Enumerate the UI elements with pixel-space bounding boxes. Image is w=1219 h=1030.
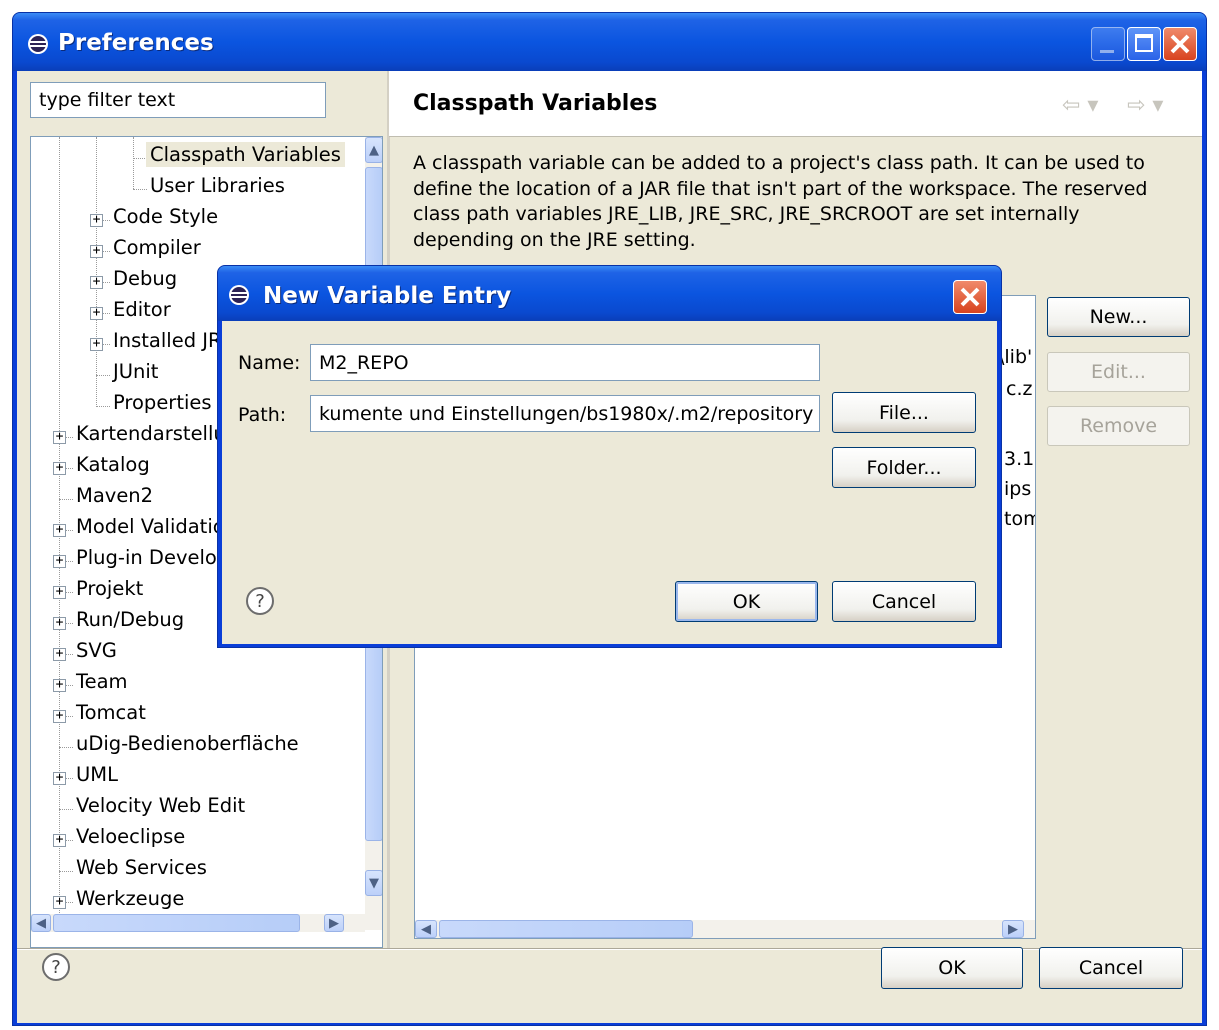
tree-item[interactable]: Veloeclipse: [72, 824, 189, 849]
scroll-up-icon[interactable]: ▲: [365, 137, 382, 163]
list-scroll-left-icon[interactable]: ◀: [415, 920, 437, 938]
filter-input[interactable]: type filter text: [30, 82, 326, 118]
dialog-title-bar[interactable]: New Variable Entry: [218, 266, 1001, 321]
cancel-button[interactable]: Cancel: [1039, 947, 1183, 989]
list-hscroll-thumb[interactable]: [439, 920, 693, 938]
list-item-fragment[interactable]: \lib': [998, 346, 1032, 368]
back-arrow-icon[interactable]: ⇦ ▾: [1062, 93, 1098, 118]
scroll-left-icon[interactable]: ◀: [31, 914, 51, 932]
eclipse-icon: [228, 284, 250, 311]
list-item-fragment[interactable]: c.z: [1006, 378, 1032, 400]
new-button[interactable]: New...: [1047, 297, 1190, 337]
tree-item[interactable]: Installed JR: [109, 328, 226, 353]
tree-item[interactable]: Kartendarstellu: [72, 421, 230, 446]
footer-separator: [17, 948, 1202, 950]
tree-item[interactable]: Team: [72, 669, 132, 694]
eclipse-icon: [27, 33, 49, 60]
edit-button[interactable]: Edit...: [1047, 352, 1190, 392]
tree-item[interactable]: Classpath Variables: [146, 142, 345, 167]
dialog-close-icon[interactable]: [953, 280, 987, 314]
help-icon[interactable]: ?: [42, 953, 70, 981]
tree-item[interactable]: SVG: [72, 638, 121, 663]
expand-icon[interactable]: +: [53, 461, 66, 475]
path-label: Path:: [238, 404, 287, 426]
remove-button[interactable]: Remove: [1047, 406, 1190, 446]
expand-icon[interactable]: +: [90, 244, 103, 258]
scroll-down-icon[interactable]: ▼: [365, 870, 382, 896]
dialog-client: Name: M2_REPO Path: kumente und Einstell…: [222, 321, 997, 644]
tree-item[interactable]: Maven2: [72, 483, 157, 508]
tree-item[interactable]: Tomcat: [72, 700, 150, 725]
dialog-title: New Variable Entry: [263, 283, 512, 309]
tree-item[interactable]: Projekt: [72, 576, 147, 601]
expand-icon[interactable]: +: [53, 523, 66, 537]
tree-item[interactable]: Web Services: [72, 855, 211, 880]
window-title: Preferences: [58, 30, 214, 56]
tree-item[interactable]: Properties F: [109, 390, 233, 415]
expand-icon[interactable]: +: [90, 213, 103, 227]
list-item-fragment[interactable]: ips: [1004, 478, 1031, 500]
tree-item[interactable]: Plug-in Develop: [72, 545, 233, 570]
expand-icon[interactable]: +: [53, 430, 66, 444]
scroll-right-icon[interactable]: ▶: [324, 914, 344, 932]
close-icon[interactable]: [1163, 27, 1197, 61]
expand-icon[interactable]: +: [53, 709, 66, 723]
path-field[interactable]: kumente und Einstellungen/bs1980x/.m2/re…: [310, 395, 820, 432]
expand-icon[interactable]: +: [53, 771, 66, 785]
maximize-icon[interactable]: [1127, 27, 1161, 61]
tree-item[interactable]: Debug: [109, 266, 181, 291]
tree-item[interactable]: Editor: [109, 297, 175, 322]
name-label: Name:: [238, 352, 301, 374]
page-title: Classpath Variables: [413, 91, 658, 116]
ok-button[interactable]: OK: [881, 947, 1023, 989]
expand-icon[interactable]: +: [53, 616, 66, 630]
tree-horizontal-scrollbar[interactable]: ◀ ▶: [31, 914, 365, 932]
tree-item[interactable]: Velocity Web Edit: [72, 793, 249, 818]
expand-icon[interactable]: +: [53, 833, 66, 847]
minimize-icon[interactable]: [1091, 27, 1125, 61]
file-button[interactable]: File...: [832, 392, 976, 433]
tree-item[interactable]: Katalog: [72, 452, 154, 477]
tree-item[interactable]: JUnit: [109, 359, 162, 384]
tree-item[interactable]: Code Style: [109, 204, 222, 229]
tree-item[interactable]: uDig-Bedienoberfläche: [72, 731, 303, 756]
list-item-fragment[interactable]: tom: [1004, 508, 1035, 530]
dialog-help-icon[interactable]: ?: [246, 587, 274, 615]
tree-item[interactable]: Werkzeuge: [72, 886, 188, 911]
forward-arrow-icon[interactable]: ⇨ ▾: [1127, 93, 1163, 118]
expand-icon[interactable]: +: [53, 647, 66, 661]
list-scroll-right-icon[interactable]: ▶: [1002, 920, 1024, 938]
page-description: A classpath variable can be added to a p…: [413, 152, 1148, 251]
list-horizontal-scrollbar[interactable]: ◀ ▶: [415, 920, 1035, 938]
expand-icon[interactable]: +: [90, 275, 103, 289]
expand-icon[interactable]: +: [53, 895, 66, 909]
title-bar[interactable]: Preferences: [13, 13, 1206, 71]
list-item-fragment[interactable]: 3.1: [1004, 448, 1034, 470]
tree-item[interactable]: Run/Debug: [72, 607, 188, 632]
tree-item[interactable]: Compiler: [109, 235, 205, 260]
tree-item[interactable]: User Libraries: [146, 173, 289, 198]
dialog-cancel-button[interactable]: Cancel: [832, 581, 976, 622]
new-variable-dialog: New Variable Entry Name: M2_REPO Path: k…: [217, 265, 1002, 648]
folder-button[interactable]: Folder...: [832, 447, 976, 488]
tree-hscroll-thumb[interactable]: [53, 914, 300, 932]
expand-icon[interactable]: +: [53, 554, 66, 568]
dialog-ok-button[interactable]: OK: [675, 581, 818, 622]
tree-item[interactable]: Model Validatio: [72, 514, 229, 539]
expand-icon[interactable]: +: [53, 678, 66, 692]
name-field[interactable]: M2_REPO: [310, 344, 820, 381]
expand-icon[interactable]: +: [53, 585, 66, 599]
expand-icon[interactable]: +: [90, 306, 103, 320]
expand-icon[interactable]: +: [90, 337, 103, 351]
tree-item[interactable]: UML: [72, 762, 122, 787]
